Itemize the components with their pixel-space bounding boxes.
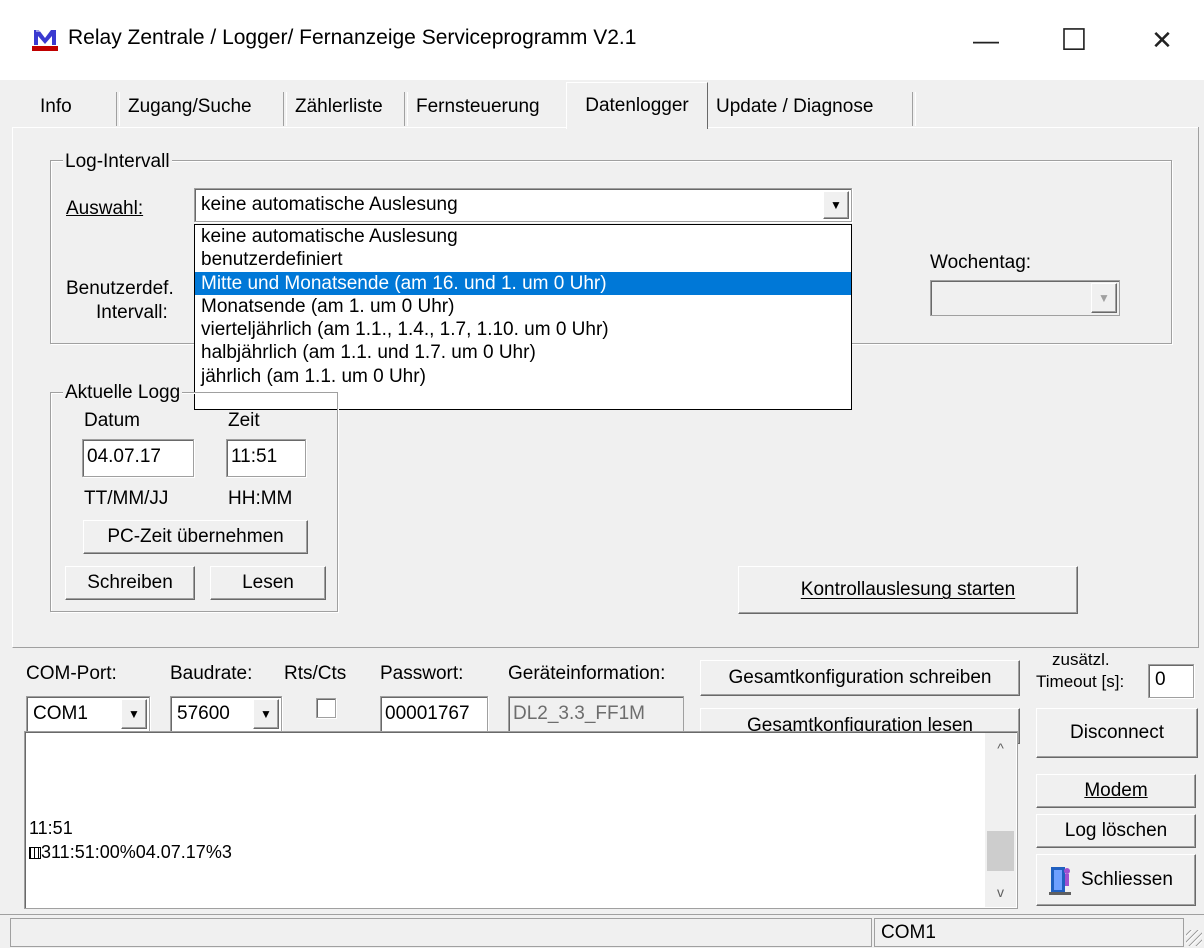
datum-format-label: TT/MM/JJ [84, 488, 169, 509]
log-line: 11:51 [29, 818, 73, 838]
log-interval-group-label: Log-Intervall [63, 151, 172, 173]
device-info-field: DL2_3.3_FF1M [508, 696, 684, 732]
dropdown-option[interactable]: benutzerdefiniert [195, 248, 851, 271]
dropdown-option-highlighted[interactable]: Mitte und Monatsende (am 16. und 1. um 0… [195, 271, 851, 295]
dropdown-option[interactable]: vierteljährlich (am 1.1., 1.4., 1.7, 1.1… [195, 318, 851, 341]
tab-info[interactable]: Info [32, 88, 80, 126]
tab-zugang-suche[interactable]: Zugang/Suche [120, 88, 260, 126]
datum-input-value: 04.07.17 [87, 446, 161, 467]
tab-zugang-label: Zugang/Suche [128, 96, 252, 117]
datum-input[interactable]: 04.07.17 [82, 439, 194, 477]
tab-zaehlerliste[interactable]: Zählerliste [287, 88, 391, 126]
log-line: 311:51:00%04.07.17%3 [29, 842, 232, 863]
wochentag-label: Wochentag: [930, 252, 1032, 273]
tab-zaehlerliste-label: Zählerliste [295, 96, 383, 117]
write-time-button[interactable]: Schreiben [65, 566, 195, 600]
chevron-down-icon[interactable]: ▼ [823, 191, 849, 219]
minimize-button[interactable]: — [942, 0, 1030, 80]
write-config-button-label: Gesamtkonfiguration schreiben [728, 667, 992, 688]
auswahl-label: Auswahl: [66, 198, 144, 219]
dropdown-option[interactable]: halbjährlich (am 1.1. und 1.7. um 0 Uhr) [195, 341, 851, 364]
zeit-label: Zeit [228, 410, 260, 431]
modem-button[interactable]: Modem [1036, 774, 1196, 808]
timeout-input[interactable]: 0 [1148, 664, 1194, 698]
datum-label: Datum [84, 410, 140, 431]
wochentag-select[interactable]: ▼ [930, 280, 1120, 316]
kontroll-button-label: Kontrollauslesung starten [800, 579, 1016, 600]
read-time-button-label: Lesen [242, 572, 294, 593]
control-char-icon [29, 847, 41, 859]
close-button[interactable]: Schliessen [1036, 854, 1196, 906]
auswahl-select[interactable]: keine automatische Auslesung ▼ [194, 188, 852, 222]
close-window-button[interactable]: ✕ [1118, 0, 1204, 80]
password-label: Passwort: [380, 663, 464, 684]
maximize-icon: ☐ [1060, 23, 1088, 57]
password-input[interactable]: 00001767 [380, 696, 488, 732]
tab-fernsteuerung-label: Fernsteuerung [416, 96, 540, 117]
disconnect-button[interactable]: Disconnect [1036, 708, 1198, 758]
rtscts-checkbox[interactable] [316, 698, 336, 718]
close-button-label: Schliessen [1081, 869, 1173, 890]
write-time-button-label: Schreiben [87, 572, 173, 593]
modem-button-label: Modem [1084, 780, 1148, 801]
logger-time-group-label: Aktuelle Logg [63, 382, 183, 404]
clear-log-button-label: Log löschen [1064, 820, 1168, 841]
dropdown-option[interactable]: keine automatische Auslesung [195, 225, 851, 248]
minimize-icon: — [973, 24, 999, 55]
baudrate-select-value: 57600 [177, 703, 230, 724]
close-icon: ✕ [1151, 24, 1173, 55]
status-pane-main [10, 918, 872, 947]
tab-info-label: Info [40, 96, 72, 117]
scroll-down-icon[interactable]: v [985, 877, 1016, 907]
maximize-button[interactable]: ☐ [1030, 0, 1118, 80]
status-pane-com: COM1 [874, 918, 1184, 947]
pc-time-button[interactable]: PC-Zeit übernehmen [83, 520, 308, 554]
tab-datenlogger[interactable]: Datenlogger [566, 82, 708, 129]
auswahl-select-value: keine automatische Auslesung [201, 194, 458, 215]
tab-fernsteuerung[interactable]: Fernsteuerung [408, 88, 548, 126]
resize-grip-icon[interactable] [1186, 930, 1202, 946]
com-port-select[interactable]: COM1 ▼ [26, 696, 150, 732]
timeout-label: zusätzl. [1052, 650, 1110, 669]
com-port-select-value: COM1 [33, 703, 88, 724]
dropdown-option[interactable]: jährlich (am 1.1. um 0 Uhr) [195, 365, 851, 388]
log-textarea[interactable]: 11:51 311:51:00%04.07.17%3 [24, 731, 1018, 909]
tab-separator [912, 92, 916, 126]
timeout-input-value: 0 [1155, 669, 1166, 690]
baudrate-label: Baudrate: [170, 663, 253, 684]
relay-app-icon [32, 28, 58, 52]
zeit-input[interactable]: 11:51 [226, 439, 306, 477]
auswahl-dropdown-list: keine automatische Auslesung benutzerdef… [194, 224, 852, 410]
scroll-thumb[interactable] [987, 831, 1014, 871]
kontroll-button[interactable]: Kontrollauslesung starten [738, 566, 1078, 614]
log-line-text: 311:51:00%04.07.17%3 [41, 842, 232, 862]
pc-time-button-label: PC-Zeit übernehmen [107, 526, 284, 547]
device-info-label: Geräteinformation: [508, 663, 666, 684]
device-info-value: DL2_3.3_FF1M [513, 703, 646, 724]
benutzerdef-label: Benutzerdef. [66, 278, 174, 299]
exit-door-icon [1047, 865, 1073, 895]
window-title: Relay Zentrale / Logger/ Fernanzeige Ser… [68, 26, 637, 49]
zeit-format-label: HH:MM [228, 488, 293, 509]
tab-update-diagnose[interactable]: Update / Diagnose [708, 88, 881, 126]
intervall-label: Intervall: [96, 302, 168, 323]
chevron-down-icon[interactable]: ▼ [121, 699, 147, 729]
zeit-input-value: 11:51 [231, 446, 278, 467]
disconnect-button-label: Disconnect [1070, 722, 1164, 743]
read-time-button[interactable]: Lesen [210, 566, 326, 600]
dropdown-option[interactable]: Monatsende (am 1. um 0 Uhr) [195, 295, 851, 318]
chevron-down-icon[interactable]: ▼ [253, 699, 279, 729]
com-port-label: COM-Port: [26, 663, 117, 684]
chevron-down-icon[interactable]: ▼ [1091, 283, 1117, 313]
scroll-up-icon[interactable]: ^ [985, 733, 1016, 763]
tab-datenlogger-label: Datenlogger [585, 95, 689, 116]
log-scrollbar[interactable]: ^ v [985, 733, 1016, 907]
write-config-button[interactable]: Gesamtkonfiguration schreiben [700, 660, 1020, 696]
baudrate-select[interactable]: 57600 ▼ [170, 696, 282, 732]
password-input-value: 00001767 [385, 703, 470, 724]
clear-log-button[interactable]: Log löschen [1036, 814, 1196, 848]
timeout-label-2: Timeout [s]: [1036, 672, 1125, 691]
rtscts-label: Rts/Cts [284, 663, 347, 684]
tab-update-label: Update / Diagnose [716, 96, 874, 117]
